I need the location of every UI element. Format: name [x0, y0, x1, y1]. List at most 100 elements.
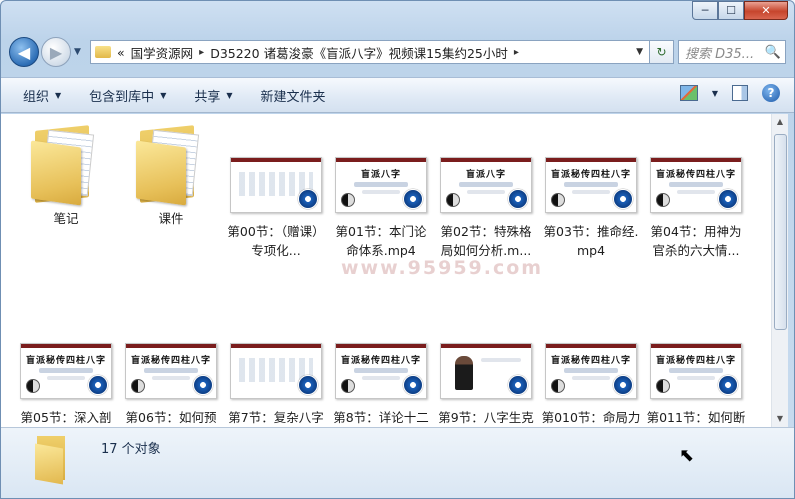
- video-file-item[interactable]: 盲派八字第01节：本门论命体系.mp4: [331, 122, 431, 260]
- breadcrumb-item-current[interactable]: D35220 诸葛浚豪《盲派八字》视频课15集约25小时: [210, 43, 508, 62]
- video-player-icon: [613, 375, 633, 395]
- video-thumbnail: 盲派秘传四柱八字: [650, 343, 742, 399]
- video-file-item[interactable]: 第9节：八字生克喜忌问答....: [436, 308, 536, 446]
- scroll-up-icon[interactable]: ▲: [772, 114, 788, 130]
- breadcrumb-item-root[interactable]: 国学资源网: [131, 43, 194, 62]
- video-player-icon: [718, 189, 738, 209]
- item-count: 17 个对象: [101, 442, 161, 457]
- folder-icon: [35, 434, 71, 485]
- change-view-icon[interactable]: [679, 85, 698, 101]
- video-file-item[interactable]: 盲派秘传四柱八字第8节：详论十二种婚姻状...: [331, 308, 431, 446]
- maximize-button[interactable]: ☐: [718, 1, 744, 20]
- scroll-down-icon[interactable]: ▼: [772, 411, 788, 427]
- new-folder-button[interactable]: 新建文件夹: [261, 86, 326, 105]
- chevron-down-icon: ▼: [226, 90, 233, 100]
- command-bar: 组织 ▼ 包含到库中 ▼ 共享 ▼ 新建文件夹 ▼ ?: [1, 77, 794, 113]
- thumbnail-title: 盲派秘传四柱八字: [340, 356, 421, 366]
- thumbnail-title: 盲派秘传四柱八字: [550, 170, 631, 180]
- yin-yang-icon: [656, 379, 670, 393]
- video-thumbnail: 盲派秘传四柱八字: [125, 343, 217, 399]
- forward-button[interactable]: ▶: [41, 37, 71, 67]
- video-thumbnail: 盲派秘传四柱八字: [20, 343, 112, 399]
- explorer-window: ─ ☐ ✕ ◀ ▶ ▼ « 国学资源网 ▸ D35220 诸葛浚豪《盲派八字》视…: [0, 0, 795, 499]
- thumbnail-title: 盲派秘传四柱八字: [25, 356, 106, 366]
- video-thumbnail: [230, 157, 322, 213]
- video-file-item[interactable]: 盲派秘传四柱八字第04节：用神为官杀的六大情...: [646, 122, 746, 260]
- video-file-item[interactable]: 第00节：（赠课）专项化...: [226, 122, 326, 260]
- thumbnail-title: 盲派秘传四柱八字: [130, 356, 211, 366]
- video-player-icon: [718, 375, 738, 395]
- folder-icon: [31, 122, 101, 206]
- vertical-scrollbar[interactable]: ▲ ▼: [771, 114, 788, 427]
- yin-yang-icon: [26, 379, 40, 393]
- video-file-item[interactable]: 第7节：复杂八字如何断子...: [226, 308, 326, 446]
- watermark-text: www.95959.com: [341, 257, 544, 279]
- video-file-item[interactable]: 盲派秘传四柱八字第05节：深入剖析几大做功方...: [16, 308, 116, 446]
- file-name: 课件: [158, 211, 184, 226]
- search-input[interactable]: 搜索 D35... 🔍: [678, 40, 786, 64]
- refresh-button[interactable]: ↻: [650, 40, 674, 64]
- breadcrumb-separator-icon[interactable]: ▸: [199, 47, 204, 58]
- organize-menu[interactable]: 组织 ▼: [23, 86, 61, 105]
- address-dropdown-icon[interactable]: ▼: [636, 47, 643, 57]
- breadcrumb-prefix[interactable]: «: [117, 45, 125, 60]
- chevron-down-icon: ▼: [55, 90, 62, 100]
- search-placeholder: 搜索 D35...: [685, 46, 755, 62]
- yin-yang-icon: [551, 193, 565, 207]
- file-name: 笔记: [53, 211, 79, 226]
- file-name: 第01节：本门论命体系.mp4: [335, 224, 427, 258]
- video-file-item[interactable]: 盲派秘传四柱八字第03节：推命经.mp4: [541, 122, 641, 260]
- video-thumbnail: [440, 343, 532, 399]
- video-thumbnail: [230, 343, 322, 399]
- share-label: 共享: [194, 89, 221, 105]
- video-file-item[interactable]: 盲派秘传四柱八字第010节：命局力量平衡对比...: [541, 308, 641, 446]
- navigation-bar: ◀ ▶ ▼ « 国学资源网 ▸ D35220 诸葛浚豪《盲派八字》视频课15集约…: [9, 35, 786, 69]
- thumbnail-title: 盲派秘传四柱八字: [550, 356, 631, 366]
- include-in-library-menu[interactable]: 包含到库中 ▼: [89, 86, 166, 105]
- view-options-dropdown-icon[interactable]: ▼: [712, 89, 718, 98]
- folder-icon: [95, 46, 111, 58]
- video-player-icon: [508, 189, 528, 209]
- video-file-item[interactable]: 盲派秘传四柱八字第06节：如何预测生男生女.m...: [121, 308, 221, 446]
- mouse-cursor-icon: ⬉: [679, 445, 695, 466]
- video-file-item[interactable]: 盲派八字第02节：特殊格局如何分析.m...: [436, 122, 536, 260]
- chevron-down-icon: ▼: [160, 90, 167, 100]
- video-player-icon: [403, 189, 423, 209]
- yin-yang-icon: [656, 193, 670, 207]
- yin-yang-icon: [341, 193, 355, 207]
- video-player-icon: [298, 375, 318, 395]
- video-file-item[interactable]: 盲派秘传四柱八字第011节：如何断兵卒命.mp4: [646, 308, 746, 446]
- yin-yang-icon: [341, 379, 355, 393]
- scrollbar-thumb[interactable]: [774, 134, 787, 330]
- file-name: 第02节：特殊格局如何分析.m...: [440, 224, 532, 258]
- video-thumbnail: 盲派八字: [440, 157, 532, 213]
- video-player-icon: [88, 375, 108, 395]
- video-player-icon: [403, 375, 423, 395]
- folder-item[interactable]: 笔记: [16, 122, 116, 227]
- thumbnail-title: 盲派秘传四柱八字: [655, 170, 736, 180]
- new-folder-label: 新建文件夹: [260, 89, 326, 105]
- recent-pages-dropdown[interactable]: ▼: [74, 47, 84, 57]
- file-name: 第03节：推命经.mp4: [543, 224, 639, 258]
- breadcrumb-separator-icon[interactable]: ▸: [514, 47, 519, 58]
- video-thumbnail: 盲派八字: [335, 157, 427, 213]
- search-icon[interactable]: 🔍: [765, 45, 781, 60]
- video-thumbnail: 盲派秘传四柱八字: [545, 157, 637, 213]
- file-name: 第04节：用神为官杀的六大情...: [650, 224, 742, 258]
- caption-buttons: ─ ☐ ✕: [692, 1, 788, 20]
- video-player-icon: [298, 189, 318, 209]
- view-controls: ▼ ?: [679, 84, 780, 102]
- yin-yang-icon: [446, 193, 460, 207]
- minimize-button[interactable]: ─: [692, 1, 718, 20]
- preview-pane-icon[interactable]: [732, 85, 748, 101]
- folder-item[interactable]: 课件: [121, 122, 221, 227]
- help-icon[interactable]: ?: [762, 84, 780, 102]
- video-thumbnail: 盲派秘传四柱八字: [545, 343, 637, 399]
- close-button[interactable]: ✕: [744, 1, 788, 20]
- back-button[interactable]: ◀: [9, 37, 39, 67]
- details-pane: 17 个对象: [1, 427, 794, 498]
- address-bar[interactable]: « 国学资源网 ▸ D35220 诸葛浚豪《盲派八字》视频课15集约25小时 ▸…: [90, 40, 650, 64]
- share-menu[interactable]: 共享 ▼: [194, 86, 232, 105]
- video-player-icon: [193, 375, 213, 395]
- yin-yang-icon: [131, 379, 145, 393]
